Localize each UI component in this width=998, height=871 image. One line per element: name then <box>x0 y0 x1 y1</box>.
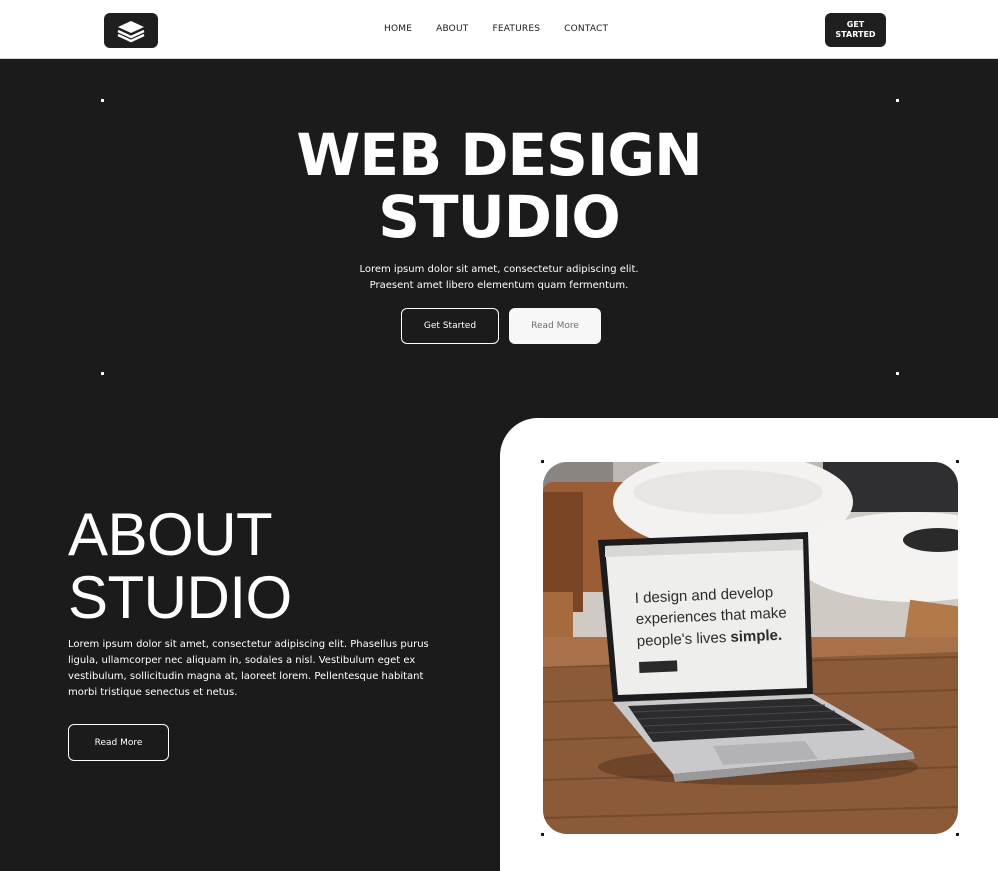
nav-home[interactable]: HOME <box>384 24 412 34</box>
decor-dot <box>101 99 104 102</box>
logo[interactable] <box>104 13 158 48</box>
decor-dot <box>101 372 104 375</box>
about-title-line2: STUDIO <box>68 564 292 631</box>
laptop-photo: I design and develop experiences that ma… <box>543 462 958 834</box>
decor-dot <box>896 372 899 375</box>
main-nav: HOME ABOUT FEATURES CONTACT <box>384 24 608 34</box>
corner-marker <box>956 833 959 836</box>
hero-read-more-button[interactable]: Read More <box>509 308 601 344</box>
corner-marker <box>541 833 544 836</box>
about-title-line1: ABOUT <box>68 501 273 568</box>
corner-marker <box>956 460 959 463</box>
hero-subtitle: Lorem ipsum dolor sit amet, consectetur … <box>0 262 998 294</box>
hero-title-line1: WEB DESIGN <box>296 121 702 189</box>
hero-title: WEB DESIGN STUDIO <box>0 124 998 248</box>
hero-subtitle-line1: Lorem ipsum dolor sit amet, consectetur … <box>359 264 639 275</box>
about-description: Lorem ipsum dolor sit amet, consectetur … <box>68 639 429 698</box>
layers-icon <box>117 20 145 42</box>
nav-about[interactable]: ABOUT <box>436 24 468 34</box>
decor-dot <box>896 99 899 102</box>
hero-subtitle-line2: Praesent amet libero elementum quam ferm… <box>369 280 629 291</box>
laptop-illustration: I design and develop experiences that ma… <box>543 462 958 834</box>
hero-title-line2: STUDIO <box>378 183 620 251</box>
corner-marker <box>541 460 544 463</box>
hero-get-started-button[interactable]: Get Started <box>401 308 499 344</box>
about-read-more-button[interactable]: Read More <box>68 724 169 761</box>
site-header: HOME ABOUT FEATURES CONTACT GET STARTED <box>0 0 998 59</box>
nav-contact[interactable]: CONTACT <box>564 24 608 34</box>
nav-features[interactable]: FEATURES <box>492 24 540 34</box>
header-get-started-button[interactable]: GET STARTED <box>825 13 886 47</box>
screen-text-line3b: simple. <box>730 627 782 646</box>
about-title: ABOUT STUDIO <box>68 503 292 629</box>
